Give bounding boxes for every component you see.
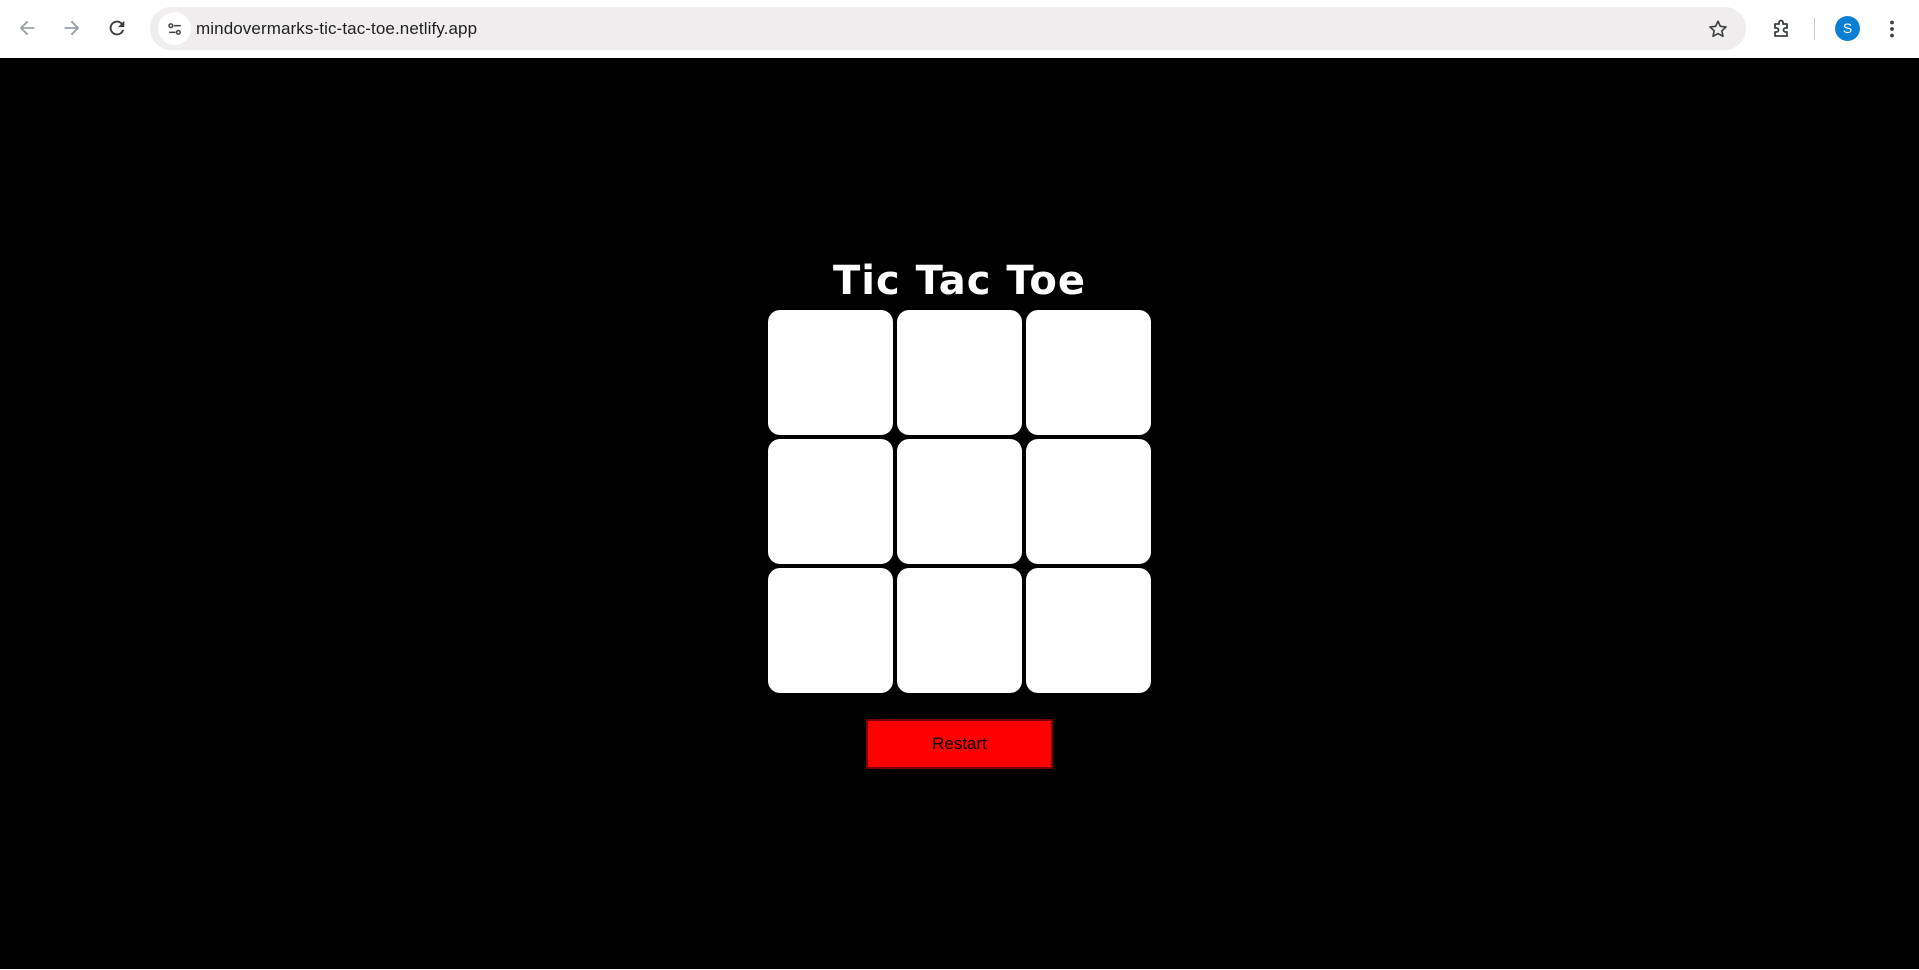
game-board: [768, 310, 1152, 694]
page-viewport: Tic Tac Toe Restart: [0, 58, 1919, 970]
board-cell-3[interactable]: [1026, 310, 1151, 435]
board-cell-1[interactable]: [768, 310, 893, 435]
profile-avatar[interactable]: S: [1835, 16, 1860, 41]
board-cell-5[interactable]: [897, 439, 1022, 564]
reload-icon: [109, 20, 125, 36]
bookmark-button[interactable]: [1704, 15, 1732, 43]
forward-button[interactable]: [54, 10, 90, 46]
reload-button[interactable]: [99, 10, 135, 46]
star-icon: [1709, 20, 1727, 38]
forward-arrow-icon: [64, 20, 80, 36]
puzzle-piece-icon: [1774, 19, 1788, 37]
toolbar-separator: [1814, 18, 1815, 40]
site-info-button[interactable]: [158, 12, 191, 45]
back-button[interactable]: [9, 10, 45, 46]
board-cell-4[interactable]: [768, 439, 893, 564]
browser-menu-button[interactable]: [1875, 12, 1909, 46]
restart-button[interactable]: Restart: [866, 719, 1053, 769]
address-bar[interactable]: mindovermarks-tic-tac-toe.netlify.app: [150, 7, 1746, 50]
back-arrow-icon: [19, 20, 35, 36]
board-cell-6[interactable]: [1026, 439, 1151, 564]
board-cell-8[interactable]: [897, 568, 1022, 693]
board-cell-9[interactable]: [1026, 568, 1151, 693]
browser-toolbar: mindovermarks-tic-tac-toe.netlify.app S: [0, 0, 1919, 58]
board-cell-2[interactable]: [897, 310, 1022, 435]
game-title: Tic Tac Toe: [833, 258, 1086, 304]
site-settings-icon: [167, 22, 181, 35]
kebab-menu-icon: [1890, 20, 1894, 38]
url-text[interactable]: mindovermarks-tic-tac-toe.netlify.app: [196, 7, 477, 50]
extensions-button[interactable]: [1765, 12, 1799, 46]
board-cell-7[interactable]: [768, 568, 893, 693]
